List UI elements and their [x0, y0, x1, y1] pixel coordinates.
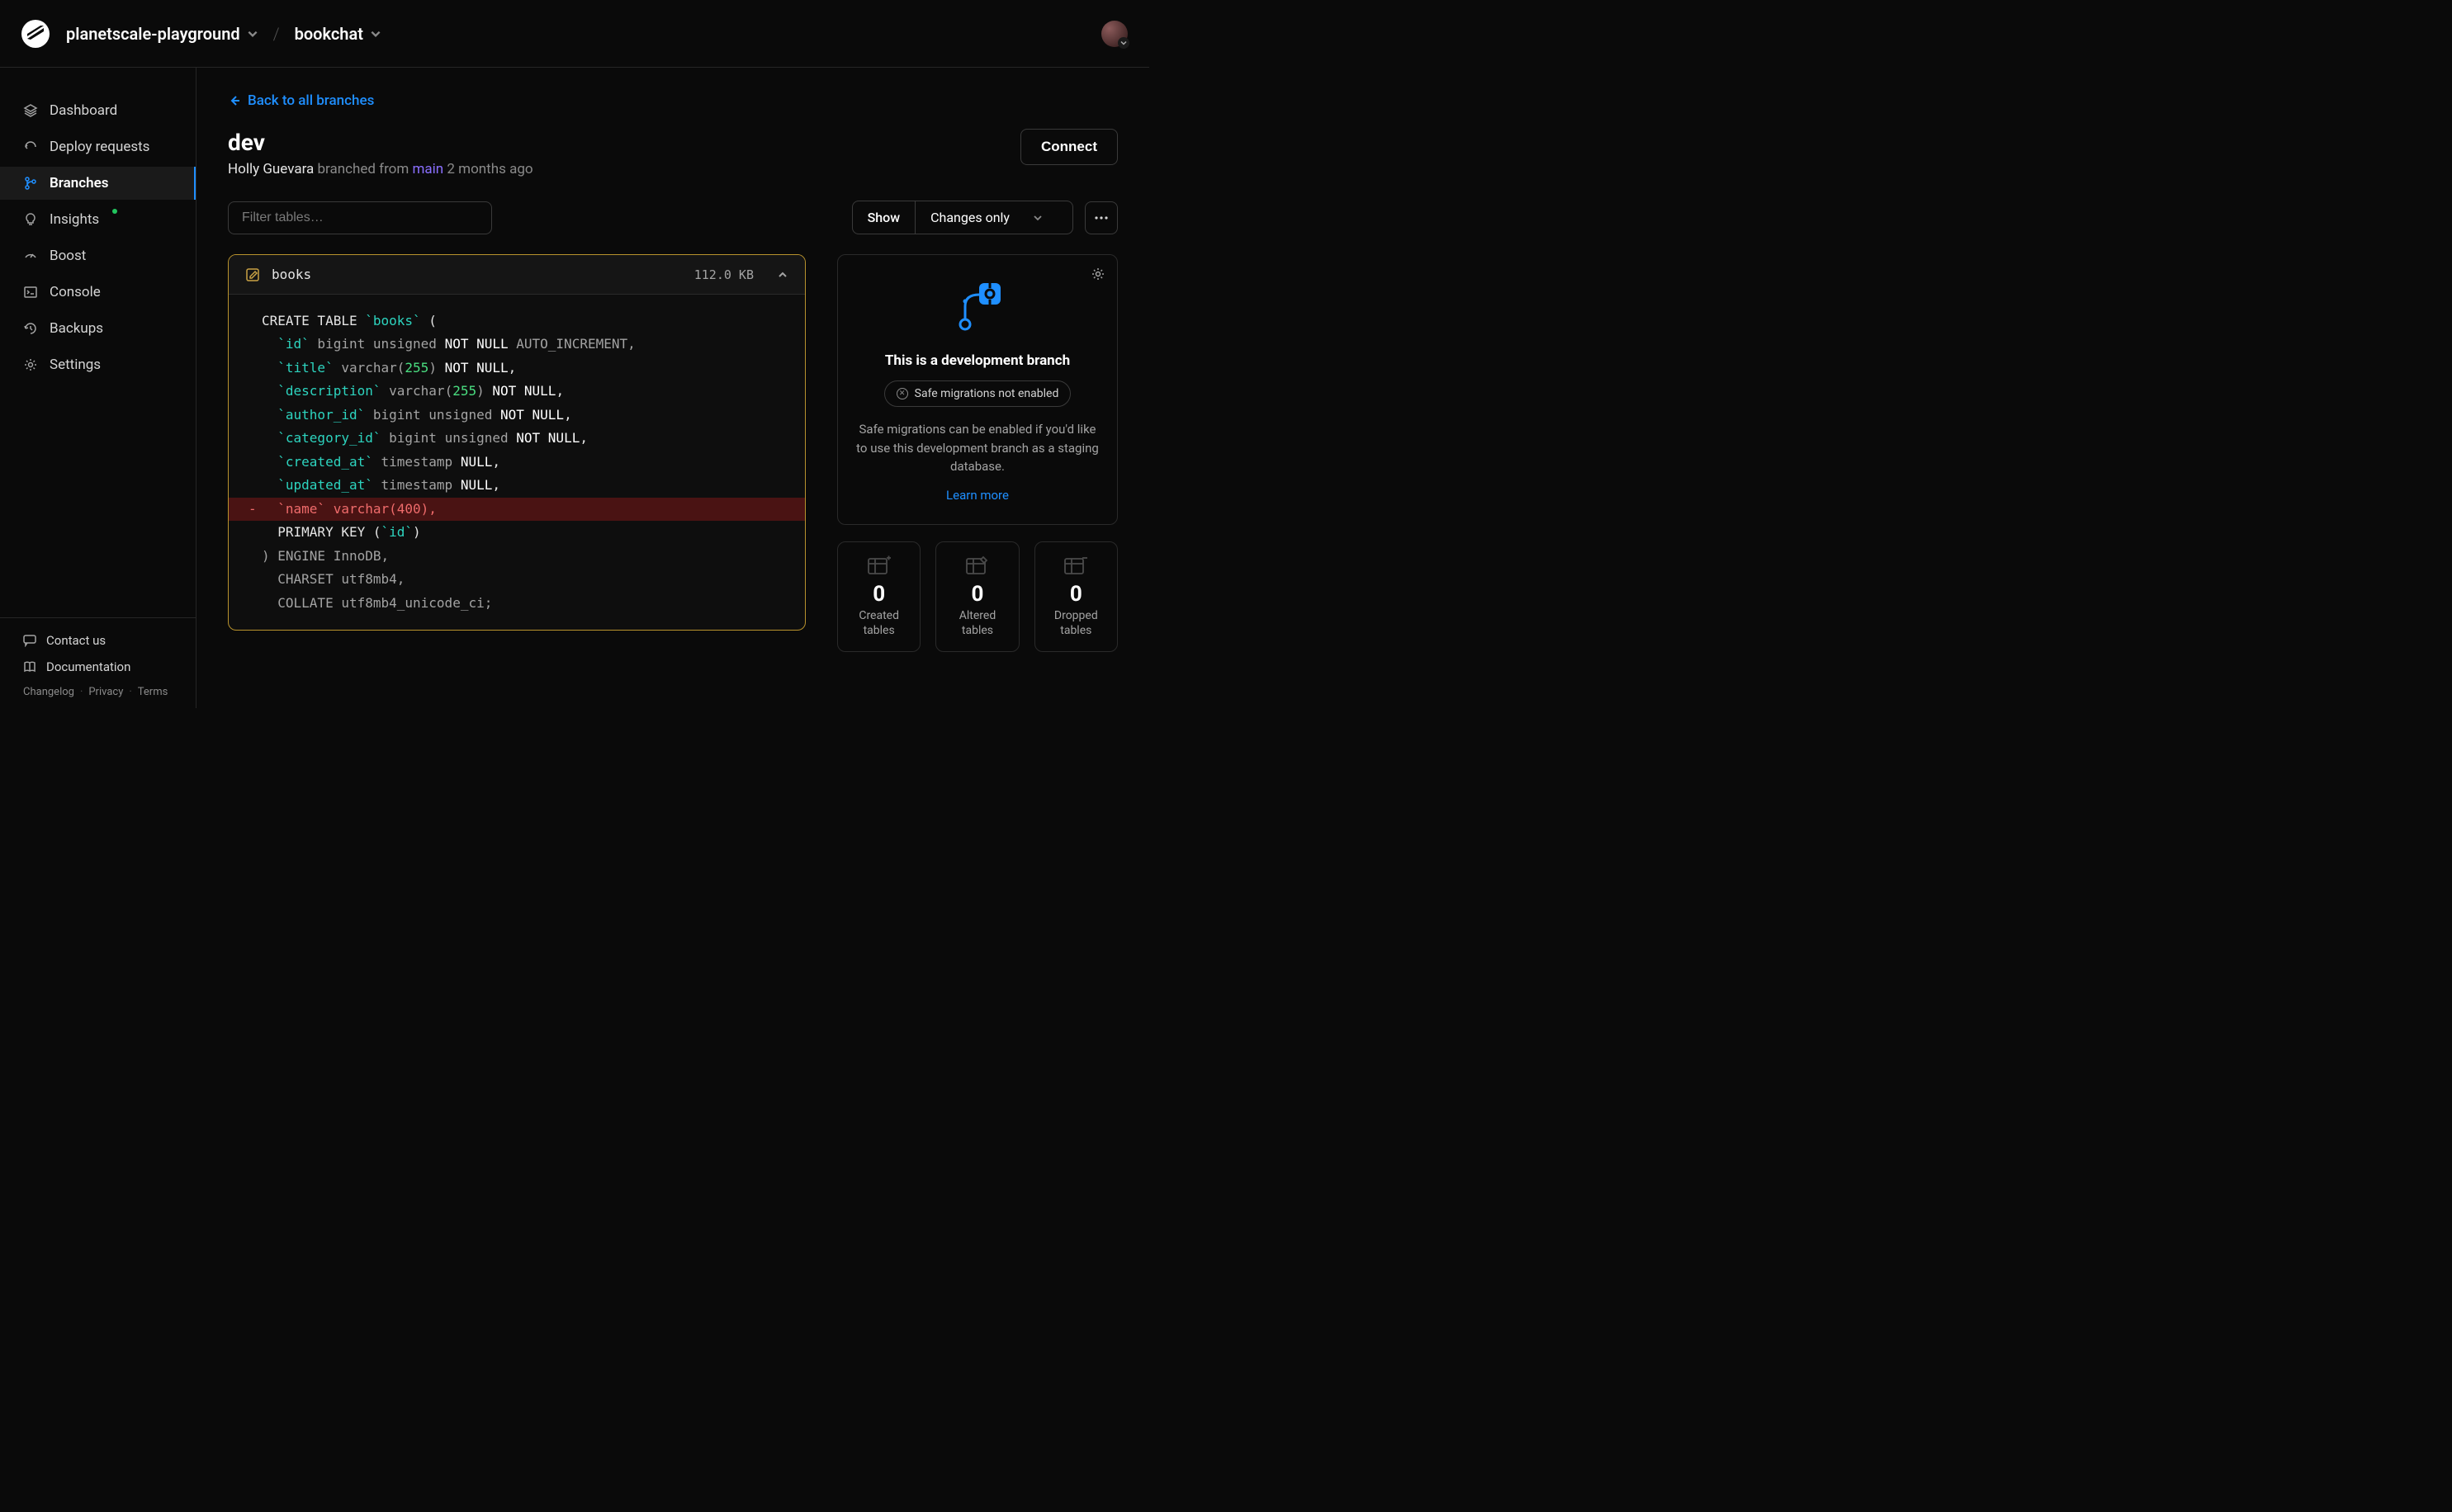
docs-link[interactable]: Documentation — [23, 659, 173, 674]
diff-removed-line: - `name` varchar(400), — [229, 498, 805, 521]
sidebar-item-deploy-requests[interactable]: Deploy requests — [0, 130, 196, 163]
sidebar-item-label: Dashboard — [50, 102, 117, 119]
dev-branch-card: This is a development branch ✕ Safe migr… — [837, 254, 1118, 525]
stats-row: 0 Createdtables 0 Alteredtables 0 Droppe… — [837, 541, 1118, 652]
terms-link[interactable]: Terms — [138, 686, 168, 698]
schema-panel: books 112.0 KB CREATE TABLE `books` ( `i… — [228, 254, 806, 631]
gear-icon — [1091, 267, 1105, 281]
connect-button[interactable]: Connect — [1020, 129, 1118, 165]
boost-icon — [23, 248, 38, 263]
sidebar-item-console[interactable]: Console — [0, 276, 196, 309]
status-dot — [112, 209, 117, 214]
stat-altered: 0 Alteredtables — [935, 541, 1019, 652]
table-minus-icon — [1063, 555, 1088, 577]
breadcrumb: planetscale-playground / bookchat — [66, 24, 381, 44]
changelog-link[interactable]: Changelog — [23, 686, 74, 698]
x-circle-icon: ✕ — [897, 388, 908, 399]
sidebar-item-settings[interactable]: Settings — [0, 348, 196, 381]
sidebar-item-insights[interactable]: Insights — [0, 203, 196, 236]
console-icon — [23, 285, 38, 300]
code-block: CREATE TABLE `books` ( `id` bigint unsig… — [229, 295, 805, 630]
back-link[interactable]: Back to all branches — [228, 92, 1118, 109]
chevron-up-icon[interactable] — [777, 269, 788, 281]
learn-more-link[interactable]: Learn more — [856, 488, 1099, 503]
contact-link[interactable]: Contact us — [23, 633, 173, 648]
dev-card-title: This is a development branch — [856, 352, 1099, 369]
avatar[interactable] — [1101, 21, 1128, 47]
from-branch[interactable]: main — [413, 161, 444, 177]
sidebar-item-label: Backups — [50, 320, 103, 337]
safe-migrations-pill[interactable]: ✕ Safe migrations not enabled — [884, 380, 1072, 407]
sidebar-item-label: Insights — [50, 211, 99, 228]
book-icon — [23, 660, 36, 673]
chevron-down-icon — [370, 28, 381, 40]
arrow-left-icon — [228, 94, 241, 107]
main-content: Back to all branches dev Holly Guevara b… — [196, 68, 1149, 708]
chat-icon — [23, 634, 36, 647]
show-select[interactable]: Changes only — [916, 201, 1072, 234]
sidebar: Dashboard Deploy requests Branches Insig… — [0, 68, 196, 708]
privacy-link[interactable]: Privacy — [88, 686, 123, 698]
branch-graphic-icon — [953, 276, 1002, 334]
chevron-down-icon — [1033, 213, 1043, 223]
stat-created: 0 Createdtables — [837, 541, 921, 652]
stat-dropped: 0 Droppedtables — [1034, 541, 1118, 652]
chevron-down-icon — [1118, 37, 1129, 49]
breadcrumb-separator: / — [273, 24, 280, 44]
sidebar-item-label: Settings — [50, 357, 101, 373]
chevron-down-icon — [247, 28, 258, 40]
table-size: 112.0 KB — [694, 267, 754, 282]
show-label: Show — [853, 201, 916, 234]
footer-label: Documentation — [46, 659, 130, 674]
ellipsis-icon — [1094, 216, 1109, 220]
table-edit-icon — [965, 555, 990, 577]
gear-icon — [23, 357, 38, 372]
back-label: Back to all branches — [248, 92, 374, 109]
org-switcher[interactable]: planetscale-playground — [66, 24, 258, 44]
filter-input[interactable] — [228, 201, 492, 234]
org-name: planetscale-playground — [66, 24, 240, 44]
table-plus-icon — [867, 555, 892, 577]
sidebar-item-boost[interactable]: Boost — [0, 239, 196, 272]
sidebar-item-label: Console — [50, 284, 101, 300]
sidebar-item-label: Branches — [50, 175, 109, 191]
project-name: bookchat — [295, 24, 363, 44]
logo[interactable] — [21, 20, 50, 48]
more-button[interactable] — [1085, 201, 1118, 234]
branch-meta: Holly Guevara branched from main 2 month… — [228, 161, 533, 177]
branch-title: dev — [228, 129, 533, 156]
sidebar-footer: Contact us Documentation Changelog · Pri… — [0, 617, 196, 708]
insights-icon — [23, 212, 38, 227]
deploy-icon — [23, 139, 38, 154]
sidebar-item-label: Boost — [50, 248, 86, 264]
sidebar-item-backups[interactable]: Backups — [0, 312, 196, 345]
dev-card-desc: Safe migrations can be enabled if you'd … — [856, 420, 1099, 476]
table-name: books — [272, 267, 683, 282]
edit-icon — [245, 267, 260, 282]
branch-icon — [23, 176, 38, 191]
schema-header[interactable]: books 112.0 KB — [229, 255, 805, 295]
project-switcher[interactable]: bookchat — [295, 24, 381, 44]
topbar: planetscale-playground / bookchat — [0, 0, 1149, 68]
show-group: Show Changes only — [852, 201, 1073, 234]
footer-small-links: Changelog · Privacy · Terms — [23, 686, 173, 698]
sidebar-item-dashboard[interactable]: Dashboard — [0, 94, 196, 127]
backups-icon — [23, 321, 38, 336]
footer-label: Contact us — [46, 633, 106, 648]
author-name: Holly Guevara — [228, 161, 314, 177]
sidebar-item-branches[interactable]: Branches — [0, 167, 196, 200]
right-column: This is a development branch ✕ Safe migr… — [837, 254, 1118, 652]
card-settings-button[interactable] — [1091, 267, 1105, 281]
sidebar-item-label: Deploy requests — [50, 139, 149, 155]
dashboard-icon — [23, 103, 38, 118]
